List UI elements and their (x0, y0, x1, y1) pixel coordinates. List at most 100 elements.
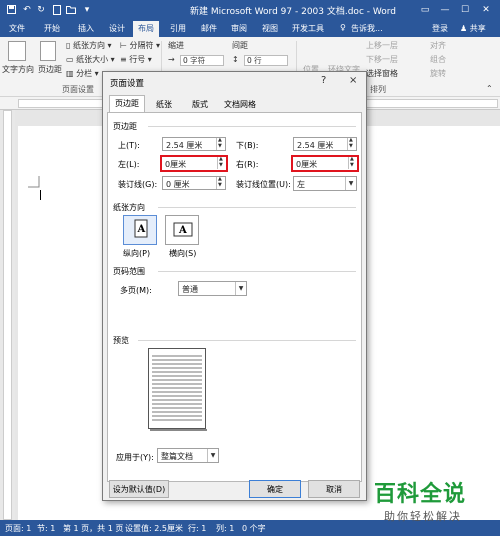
arrange-group-label: 排列 (370, 85, 386, 94)
top-margin-label: 上(T): (118, 141, 140, 150)
columns-label: 分栏 (76, 69, 93, 78)
cancel-button[interactable]: 取消 (308, 480, 360, 498)
tab-insert[interactable]: 插入 (78, 23, 94, 34)
gutter-position-select[interactable]: 左 ▼ (293, 176, 357, 191)
tell-me-box[interactable]: 告诉我... (351, 23, 383, 34)
margins-button[interactable]: 页边距 (38, 64, 62, 75)
spinner-arrows[interactable]: ▲ ▼ (348, 157, 357, 169)
tab-developer[interactable]: 开发工具 (292, 23, 324, 34)
undo-icon[interactable]: ↶ (22, 4, 32, 15)
tab-paper[interactable]: 纸张 (151, 97, 177, 111)
margin-corner-mark (28, 176, 40, 188)
multiple-pages-select[interactable]: 普通 ▼ (178, 281, 247, 296)
status-column[interactable]: 列: 1 (216, 523, 234, 534)
portrait-option[interactable]: A (123, 215, 157, 245)
minimize-icon[interactable]: — (438, 3, 452, 17)
orientation-button[interactable]: ▯ 纸张方向 ▾ (66, 40, 112, 51)
multiple-pages-label: 多页(M): (120, 286, 152, 295)
svg-text:A: A (137, 224, 146, 235)
chevron-down-icon: ▼ (235, 282, 246, 295)
tab-mailings[interactable]: 邮件 (201, 23, 217, 34)
size-button[interactable]: ▭ 纸张大小 ▾ (66, 54, 115, 65)
new-document-icon[interactable] (52, 4, 62, 15)
tab-layout[interactable]: 版式 (187, 97, 213, 111)
tab-home[interactable]: 开始 (44, 23, 60, 34)
help-icon[interactable]: ? (321, 75, 326, 86)
top-margin-spinner[interactable]: 2.54 厘米 ▲ ▼ (162, 137, 226, 151)
redo-icon[interactable]: ↻ (36, 4, 46, 15)
status-page[interactable]: 页面: 1 (5, 523, 31, 534)
tab-review[interactable]: 审阅 (231, 23, 247, 34)
breaks-button[interactable]: ⊢ 分隔符 ▾ (120, 40, 160, 51)
portrait-label[interactable]: 纵向(P) (123, 248, 150, 259)
text-direction-button[interactable]: 文字方向 (2, 64, 34, 75)
spinner-arrows[interactable]: ▲ ▼ (216, 177, 225, 189)
columns-button[interactable]: ▥ 分栏 ▾ (66, 68, 99, 79)
landscape-label[interactable]: 横向(S) (169, 248, 196, 259)
ruler-track (3, 110, 12, 520)
tab-references[interactable]: 引用 (170, 23, 186, 34)
preview-group-label: 预览 (113, 336, 129, 345)
tab-file[interactable]: 文件 (9, 23, 25, 34)
rotate-button[interactable]: 旋转 (430, 68, 446, 79)
multiple-pages-value: 普通 (182, 285, 198, 294)
align-button[interactable]: 对齐 (430, 40, 446, 51)
close-window-icon[interactable]: ✕ (479, 3, 493, 17)
orientation-label: 纸张方向 (72, 41, 105, 50)
save-icon[interactable] (6, 4, 16, 15)
bottom-margin-spinner[interactable]: 2.54 厘米 ▲ ▼ (293, 137, 357, 151)
margins-icon (40, 41, 56, 61)
line-numbers-button[interactable]: ≡ 行号 ▾ (120, 54, 152, 65)
text-cursor (40, 190, 41, 200)
status-section[interactable]: 节: 1 (37, 523, 55, 534)
right-margin-label: 右(R): (236, 160, 259, 169)
group-divider (148, 126, 356, 127)
chevron-down-icon: ▼ (345, 177, 356, 190)
tab-margins[interactable]: 页边距 (109, 95, 145, 112)
ok-button[interactable]: 确定 (249, 480, 301, 498)
ribbon-tabs: 文件 开始 插入 设计 布局 引用 邮件 审阅 视图 开发工具 ♀ 告诉我...… (0, 20, 500, 37)
collapse-ribbon-icon[interactable]: ⌃ (486, 84, 493, 93)
set-default-button[interactable]: 设为默认值(D) (109, 480, 169, 498)
tab-layout[interactable]: 布局 (133, 21, 159, 37)
tab-view[interactable]: 视图 (262, 23, 278, 34)
landscape-page-icon: A (173, 222, 193, 237)
page-setup-group-label: 页面设置 (62, 85, 94, 94)
page-preview (148, 348, 207, 431)
ribbon-display-options-icon[interactable]: ▭ (418, 3, 432, 17)
share-button[interactable]: ♟ 共享 (460, 23, 486, 34)
maximize-icon[interactable]: ☐ (458, 3, 472, 17)
status-line[interactable]: 行: 1 (188, 523, 206, 534)
right-margin-spinner[interactable]: 0厘米 ▲ ▼ (291, 155, 359, 172)
bring-forward-button[interactable]: 上移一层 (366, 40, 398, 51)
sign-in-link[interactable]: 登录 (432, 23, 448, 34)
spinner-arrows[interactable]: ▲ ▼ (347, 138, 356, 150)
group-divider (158, 207, 356, 208)
lightbulb-icon: ♀ (340, 23, 346, 32)
indent-left-input[interactable]: 0 字符 (180, 55, 224, 66)
status-page-of[interactable]: 第 1 页，共 1 页 (63, 523, 123, 534)
close-icon[interactable]: × (349, 75, 357, 86)
open-folder-icon[interactable] (66, 4, 76, 15)
apply-to-select[interactable]: 整篇文档 ▼ (157, 448, 219, 463)
group-button[interactable]: 组合 (430, 54, 446, 65)
tab-design[interactable]: 设计 (109, 23, 125, 34)
selection-pane-button[interactable]: 选择窗格 (366, 68, 398, 79)
apply-to-value: 整篇文档 (161, 452, 193, 461)
left-margin-spinner[interactable]: 0厘米 ▲ ▼ (160, 155, 228, 172)
portrait-page-icon: A (134, 219, 148, 238)
spinner-arrows[interactable]: ▲ ▼ (217, 157, 226, 169)
status-word-count[interactable]: 0 个字 (242, 523, 266, 534)
left-margin-label: 左(L): (118, 160, 140, 169)
landscape-option[interactable]: A (165, 215, 199, 245)
spacing-label: 间距 (232, 41, 248, 50)
tab-document-grid[interactable]: 文档网格 (219, 97, 261, 111)
gutter-spinner[interactable]: 0 厘米 ▲ ▼ (162, 176, 226, 190)
person-icon: ♟ (460, 24, 468, 33)
send-backward-button[interactable]: 下移一层 (366, 54, 398, 65)
spacing-before-input[interactable]: 0 行 (244, 55, 288, 66)
status-at[interactable]: 设置值: 2.5厘米 (125, 523, 183, 534)
customize-quick-access-icon[interactable]: ▾ (82, 4, 92, 15)
spinner-arrows[interactable]: ▲ ▼ (216, 138, 225, 150)
size-label: 纸张大小 (76, 55, 109, 64)
